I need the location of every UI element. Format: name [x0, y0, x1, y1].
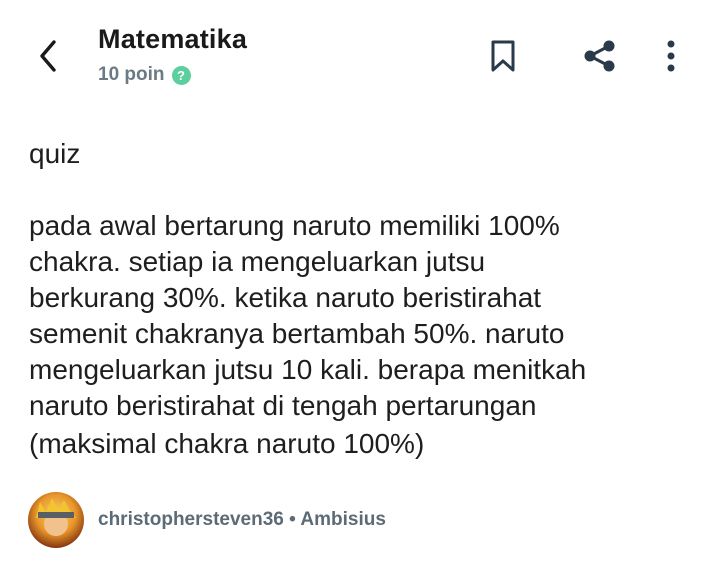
points-label: 10 poin: [98, 64, 165, 85]
question-line: berkurang 30%. ketika naruto beristiraha…: [29, 282, 542, 313]
question-line: (maksimal chakra naruto 100%): [29, 428, 425, 459]
author-row[interactable]: christophersteven36 • Ambisius: [28, 492, 386, 548]
share-button[interactable]: [580, 36, 620, 76]
author-separator: •: [289, 509, 296, 530]
help-icon[interactable]: ?: [171, 65, 191, 85]
more-options-button[interactable]: [651, 36, 691, 76]
author-rank: Ambisius: [300, 509, 386, 530]
more-vertical-icon: [667, 40, 675, 72]
question-line: semenit chakranya bertambah 50%. naruto: [29, 318, 565, 349]
question-body: quiz pada awal bertarung naruto memiliki…: [29, 136, 689, 462]
avatar[interactable]: [28, 492, 84, 548]
page-title: Matematika: [98, 24, 248, 54]
title-block: Matematika 10 poin ?: [98, 22, 247, 86]
back-arrow-icon: [40, 40, 56, 72]
question-line: chakra. setiap ia mengeluarkan jutsu: [29, 246, 486, 277]
bookmark-button[interactable]: [483, 36, 523, 76]
share-icon: [584, 40, 615, 72]
author-username[interactable]: christophersteven36: [98, 509, 284, 530]
question-line: mengeluarkan jutsu 10 kali. berapa menit…: [29, 354, 587, 385]
question-label: quiz: [29, 138, 81, 169]
question-line: naruto beristirahat di tengah pertarunga…: [29, 390, 537, 421]
bookmark-icon: [491, 40, 515, 72]
author-info: christophersteven36 • Ambisius: [98, 509, 386, 531]
question-line: pada awal bertarung naruto memiliki 100%: [29, 210, 560, 241]
back-button[interactable]: [30, 36, 66, 76]
avatar-headband-shape: [38, 512, 74, 518]
top-bar: Matematika 10 poin ?: [0, 0, 720, 110]
points-row: 10 poin ?: [98, 64, 247, 86]
